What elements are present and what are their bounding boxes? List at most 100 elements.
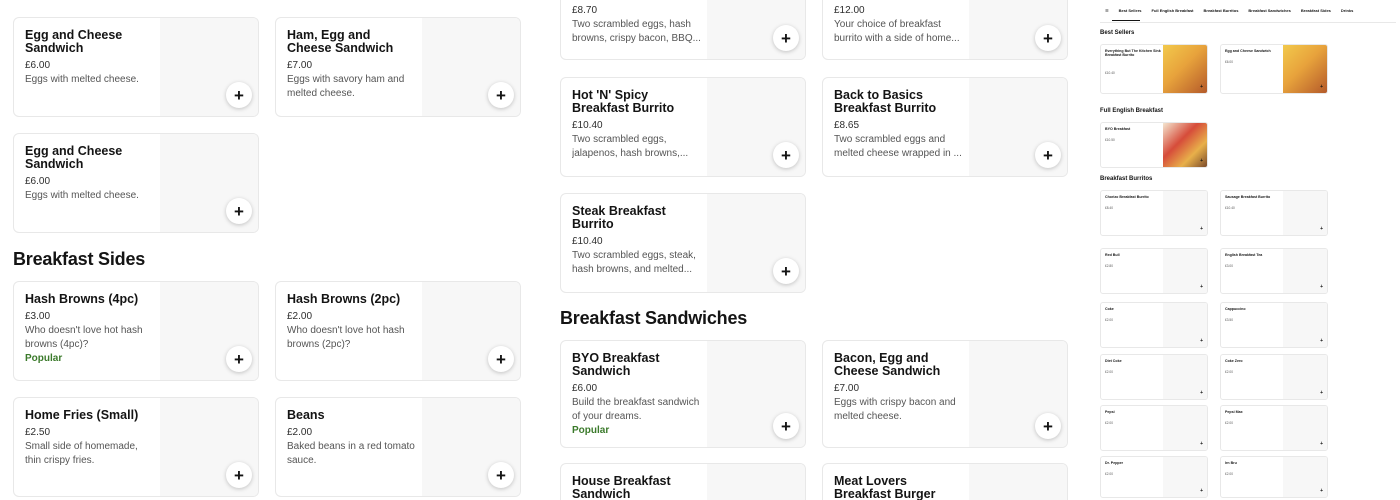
menu-item-card[interactable]: Beans £2.00 Baked beans in a red tomato … bbox=[275, 397, 521, 497]
tab-best-sellers[interactable]: Best Sellers bbox=[1114, 8, 1147, 13]
item-price: £8.65 bbox=[834, 120, 860, 131]
item-price: £7.00 bbox=[287, 60, 313, 71]
add-item-button[interactable]: + bbox=[226, 346, 252, 372]
menu-item-card[interactable]: Hash Browns (2pc) £2.00 Who doesn't love… bbox=[275, 281, 521, 381]
mini-item-price: £8.40 bbox=[1105, 206, 1113, 210]
mini-add-item-button[interactable]: + bbox=[1200, 441, 1203, 447]
section-heading-breakfast-sandwiches: Breakfast Sandwiches bbox=[560, 308, 748, 328]
menu-item-card[interactable]: Meat Lovers Breakfast Burger bbox=[822, 463, 1068, 500]
mini-menu-item-card[interactable]: Diet Coke £2.00 + bbox=[1100, 354, 1208, 400]
add-item-button[interactable]: + bbox=[1035, 142, 1061, 168]
item-title: House Breakfast Sandwich bbox=[572, 474, 671, 500]
item-title: Beans bbox=[287, 408, 325, 422]
item-price: £6.00 bbox=[25, 60, 51, 71]
item-title: Bacon, Egg and Cheese Sandwich bbox=[834, 351, 941, 378]
mini-add-item-button[interactable]: + bbox=[1200, 338, 1203, 344]
mini-item-title: Coke Zero bbox=[1225, 359, 1243, 363]
add-item-button[interactable]: + bbox=[1035, 413, 1061, 439]
add-item-button[interactable]: + bbox=[773, 258, 799, 284]
mini-menu-item-card[interactable]: Cappuccino £3.50 + bbox=[1220, 302, 1328, 348]
menu-item-card[interactable]: £12.00 Your choice of breakfast burrito … bbox=[822, 0, 1068, 60]
add-item-button[interactable]: + bbox=[773, 413, 799, 439]
mini-menu-item-card[interactable]: Egg and Cheese Sandwich £6.00 + bbox=[1220, 44, 1328, 94]
add-item-button[interactable]: + bbox=[773, 142, 799, 168]
mini-item-price: £2.00 bbox=[1105, 318, 1113, 322]
mini-menu-item-card[interactable]: Pepsi Max £2.00 + bbox=[1220, 405, 1328, 451]
item-description: Your choice of breakfast burrito with a … bbox=[834, 19, 960, 44]
mini-menu-item-card[interactable]: BYO Breakfast £10.50 + bbox=[1100, 122, 1208, 168]
tab-breakfast-sides[interactable]: Breakfast Sides bbox=[1296, 8, 1336, 13]
mini-menu-item-card[interactable]: Coke Zero £2.00 + bbox=[1220, 354, 1328, 400]
mini-add-item-button[interactable]: + bbox=[1320, 284, 1323, 290]
mini-add-item-button[interactable]: + bbox=[1320, 226, 1323, 232]
item-price: £12.00 bbox=[834, 5, 865, 16]
add-item-button[interactable]: + bbox=[226, 82, 252, 108]
add-item-button[interactable]: + bbox=[488, 462, 514, 488]
menu-item-card[interactable]: Ham, Egg and Cheese Sandwich £7.00 Eggs … bbox=[275, 17, 521, 117]
item-description: Baked beans in a red tomato sauce. bbox=[287, 441, 415, 466]
menu-item-card[interactable]: Hash Browns (4pc) £3.00 Who doesn't love… bbox=[13, 281, 259, 381]
mini-item-price: £2.00 bbox=[1225, 472, 1233, 476]
mini-item-price: £2.80 bbox=[1105, 264, 1113, 268]
add-item-button[interactable]: + bbox=[488, 82, 514, 108]
item-price: £8.70 bbox=[572, 5, 598, 16]
item-title: Home Fries (Small) bbox=[25, 408, 139, 422]
mini-item-title: Pepsi bbox=[1105, 410, 1115, 414]
menu-item-card[interactable]: Egg and Cheese Sandwich £6.00 Eggs with … bbox=[13, 17, 259, 117]
popular-badge: Popular bbox=[25, 353, 63, 364]
page-overview-minimap: ☰ Best Sellers Full English Breakfast Br… bbox=[1096, 0, 1400, 500]
mini-add-item-button[interactable]: + bbox=[1320, 338, 1323, 344]
item-title: Meat Lovers Breakfast Burger bbox=[834, 474, 936, 500]
mini-add-item-button[interactable]: + bbox=[1200, 390, 1203, 396]
mini-menu-item-card[interactable]: Chorizo Breakfast Burrito £8.40 + bbox=[1100, 190, 1208, 236]
tab-full-english-breakfast[interactable]: Full English Breakfast bbox=[1147, 8, 1199, 13]
mini-heading-best-sellers: Best Sellers bbox=[1100, 30, 1135, 36]
menu-item-card[interactable]: Bacon, Egg and Cheese Sandwich £7.00 Egg… bbox=[822, 340, 1068, 448]
mini-item-title: BYO Breakfast bbox=[1105, 127, 1131, 131]
item-price: £7.00 bbox=[834, 383, 860, 394]
menu-item-card[interactable]: Hot 'N' Spicy Breakfast Burrito £10.40 T… bbox=[560, 77, 806, 177]
tab-breakfast-sandwiches[interactable]: Breakfast Sandwiches bbox=[1243, 8, 1295, 13]
mini-add-item-button[interactable]: + bbox=[1200, 226, 1203, 232]
item-description: Eggs with savory ham and melted cheese. bbox=[287, 74, 405, 99]
mini-add-item-button[interactable]: + bbox=[1320, 390, 1323, 396]
mini-item-price: £2.00 bbox=[1105, 370, 1113, 374]
item-title: Back to Basics Breakfast Burrito bbox=[834, 88, 937, 115]
add-item-button[interactable]: + bbox=[226, 462, 252, 488]
mini-add-item-button[interactable]: + bbox=[1200, 84, 1203, 90]
mini-menu-item-card[interactable]: Everything But The Kitchen Sink Breakfas… bbox=[1100, 44, 1208, 94]
item-price: £6.00 bbox=[25, 176, 51, 187]
menu-item-card[interactable]: House Breakfast Sandwich bbox=[560, 463, 806, 500]
mini-add-item-button[interactable]: + bbox=[1320, 488, 1323, 494]
mini-item-price: £3.00 bbox=[1225, 264, 1233, 268]
mini-add-item-button[interactable]: + bbox=[1200, 158, 1203, 164]
list-icon[interactable]: ☰ bbox=[1100, 8, 1114, 13]
mini-menu-item-card[interactable]: Red Bull £2.80 + bbox=[1100, 248, 1208, 294]
mini-add-item-button[interactable]: + bbox=[1200, 488, 1203, 494]
mini-menu-item-card[interactable]: Coke £2.00 + bbox=[1100, 302, 1208, 348]
mini-menu-item-card[interactable]: Sausage Breakfast Burrito £10.40 + bbox=[1220, 190, 1328, 236]
add-item-button[interactable]: + bbox=[488, 346, 514, 372]
item-image bbox=[707, 464, 805, 500]
menu-item-card[interactable]: £8.70 Two scrambled eggs, hash browns, c… bbox=[560, 0, 806, 60]
menu-item-card[interactable]: Steak Breakfast Burrito £10.40 Two scram… bbox=[560, 193, 806, 293]
tab-drinks[interactable]: Drinks bbox=[1336, 8, 1358, 13]
mini-add-item-button[interactable]: + bbox=[1200, 284, 1203, 290]
tab-breakfast-burritos[interactable]: Breakfast Burritos bbox=[1199, 8, 1244, 13]
menu-item-card[interactable]: Egg and Cheese Sandwich £6.00 Eggs with … bbox=[13, 133, 259, 233]
mini-menu-item-card[interactable]: Dr. Pepper £2.00 + bbox=[1100, 456, 1208, 498]
mini-menu-item-card[interactable]: Irn Bru £2.00 + bbox=[1220, 456, 1328, 498]
item-title: BYO Breakfast Sandwich bbox=[572, 351, 660, 378]
menu-item-card[interactable]: BYO Breakfast Sandwich £6.00 Build the b… bbox=[560, 340, 806, 448]
item-title: Ham, Egg and Cheese Sandwich bbox=[287, 28, 394, 55]
mini-add-item-button[interactable]: + bbox=[1320, 84, 1323, 90]
menu-item-card[interactable]: Home Fries (Small) £2.50 Small side of h… bbox=[13, 397, 259, 497]
mini-add-item-button[interactable]: + bbox=[1320, 441, 1323, 447]
add-item-button[interactable]: + bbox=[773, 25, 799, 51]
menu-item-card[interactable]: Back to Basics Breakfast Burrito £8.65 T… bbox=[822, 77, 1068, 177]
add-item-button[interactable]: + bbox=[226, 198, 252, 224]
mini-menu-item-card[interactable]: Pepsi £2.00 + bbox=[1100, 405, 1208, 451]
add-item-button[interactable]: + bbox=[1035, 25, 1061, 51]
item-price: £2.00 bbox=[287, 311, 313, 322]
mini-menu-item-card[interactable]: English Breakfast Tea £3.00 + bbox=[1220, 248, 1328, 294]
